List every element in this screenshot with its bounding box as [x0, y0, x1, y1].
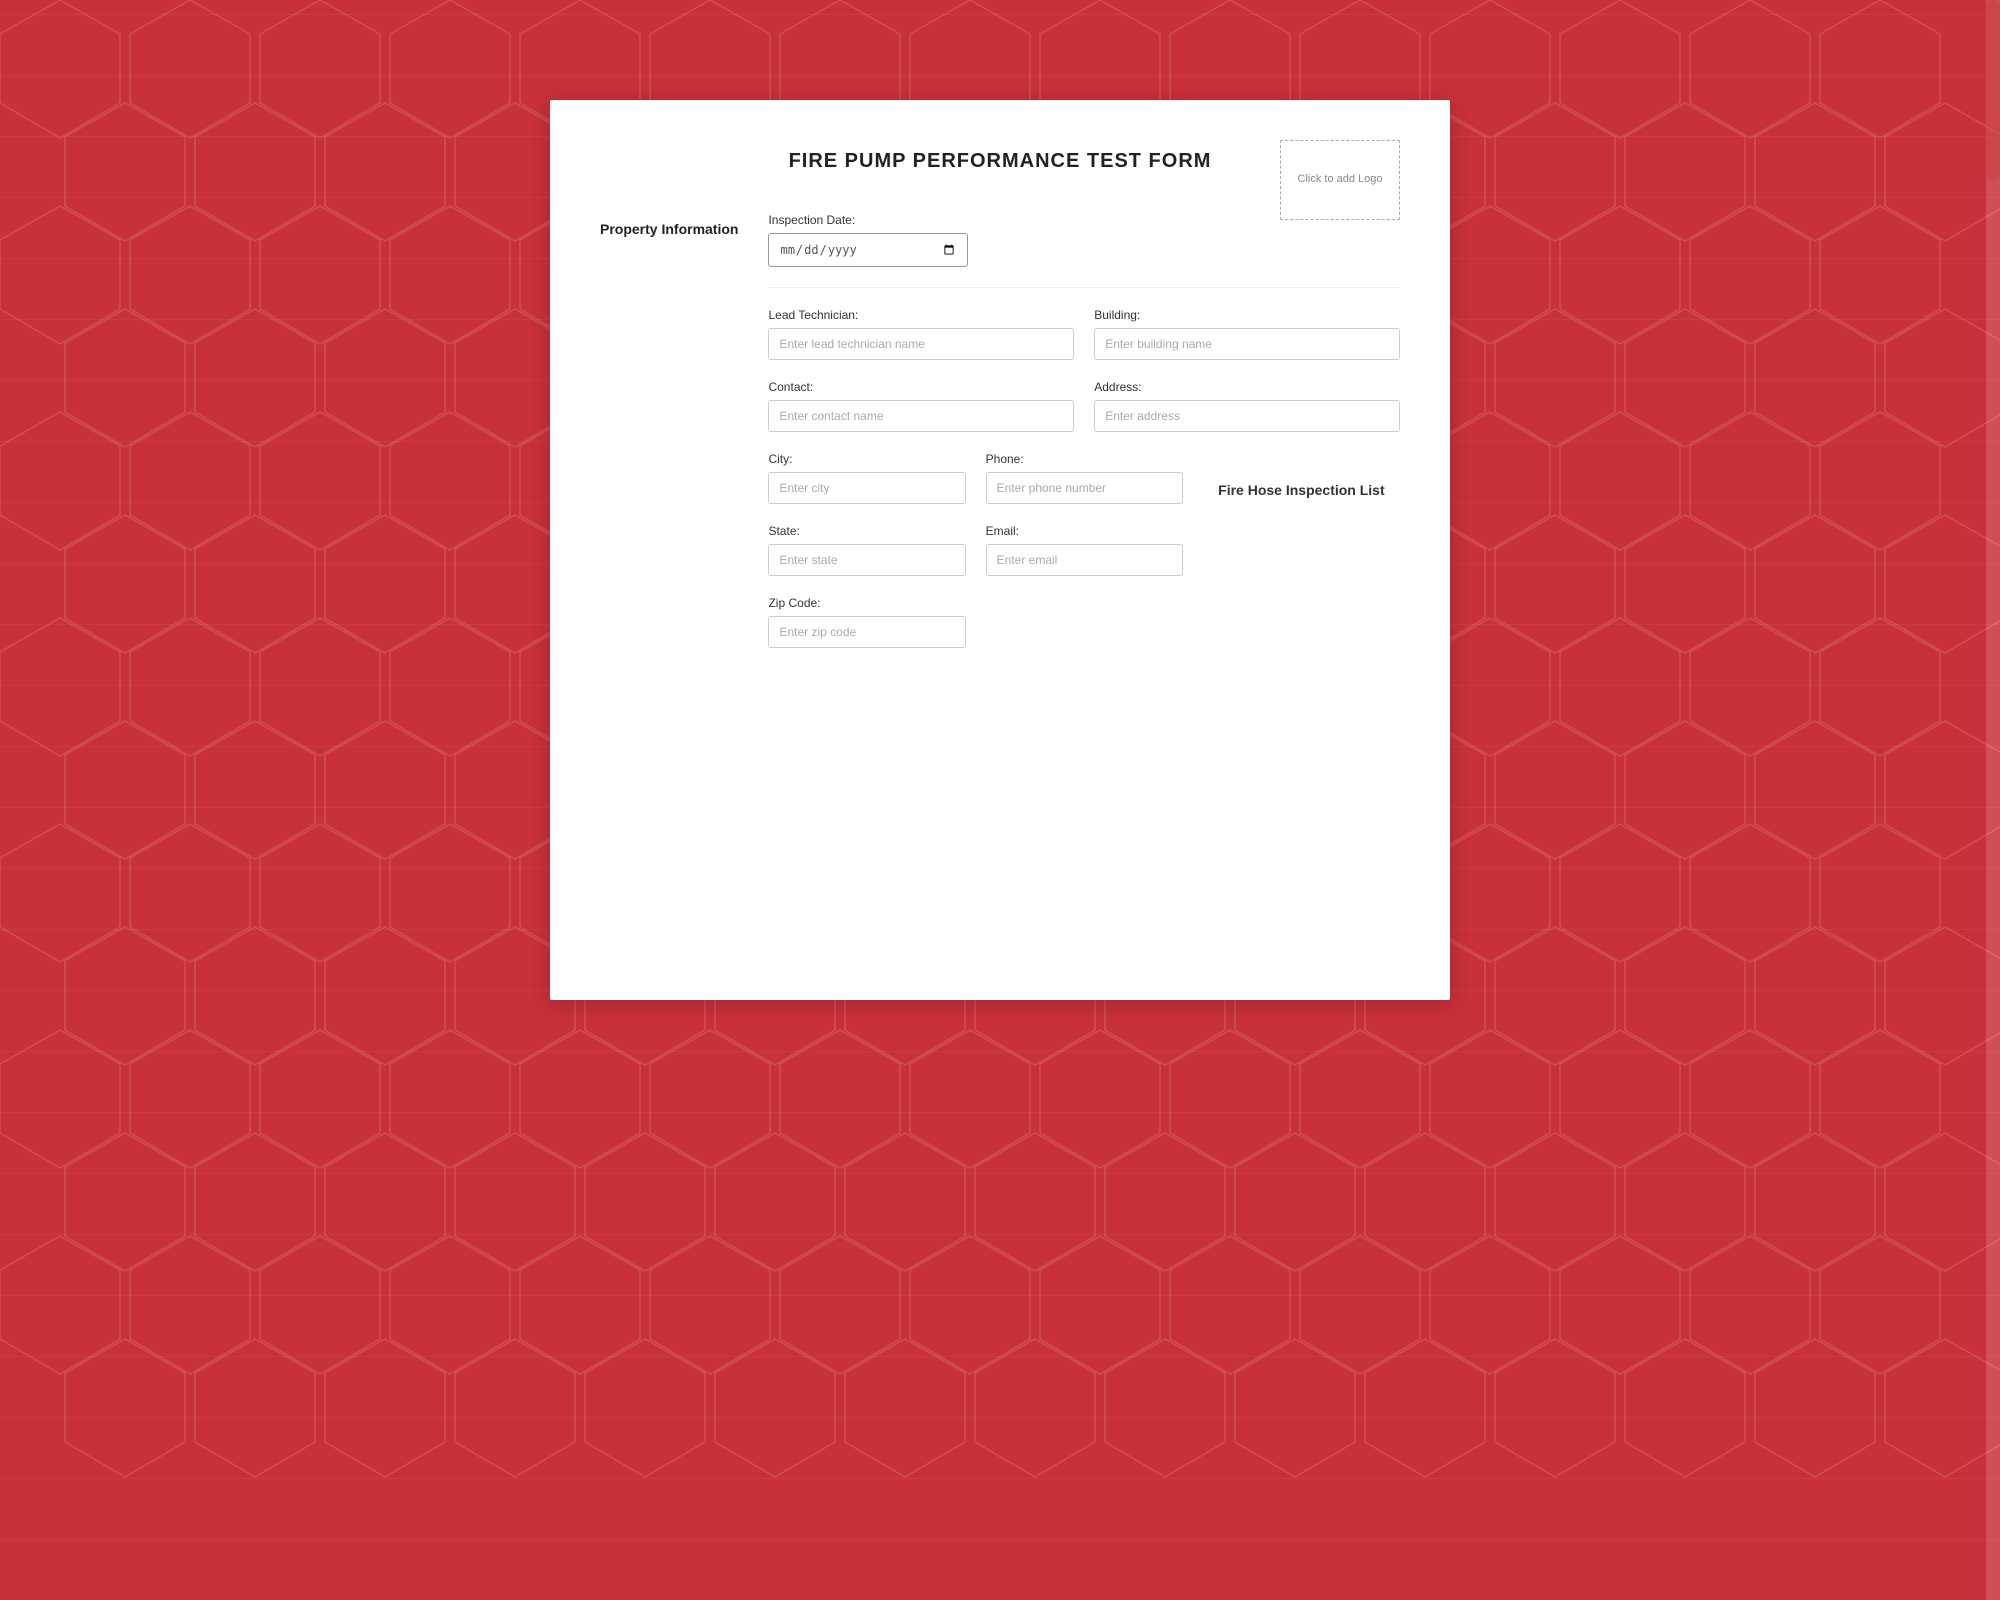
lead-technician-group: Lead Technician:	[768, 308, 1074, 360]
city-group: City:	[768, 452, 965, 504]
lead-technician-input[interactable]	[768, 328, 1074, 360]
scrollbar-track	[1986, 0, 2000, 1600]
phone-label: Phone:	[986, 452, 1183, 466]
zip-group: Zip Code:	[768, 596, 965, 648]
inspection-date-input[interactable]	[768, 233, 968, 267]
scrollbar-thumb[interactable]	[1986, 0, 2000, 180]
building-group: Building:	[1094, 308, 1400, 360]
property-section-label: Property Information	[600, 216, 738, 237]
state-label: State:	[768, 524, 965, 538]
form-header: FIRE PUMP PERFORMANCE TEST FORM Click to…	[600, 140, 1400, 173]
form-container: FIRE PUMP PERFORMANCE TEST FORM Click to…	[550, 100, 1450, 1000]
state-group: State:	[768, 524, 965, 576]
zip-label: Zip Code:	[768, 596, 965, 610]
building-input[interactable]	[1094, 328, 1400, 360]
empty-col	[1203, 524, 1400, 576]
phone-group: Phone:	[986, 452, 1183, 504]
contact-label: Contact:	[768, 380, 1074, 394]
fire-hose-title: Fire Hose Inspection List	[1218, 477, 1384, 498]
state-email-row: State: Email:	[768, 524, 1400, 576]
phone-input[interactable]	[986, 472, 1183, 504]
zip-row: Zip Code:	[768, 596, 1400, 648]
logo-placeholder[interactable]: Click to add Logo	[1280, 140, 1400, 220]
email-group: Email:	[986, 524, 1183, 576]
zip-input[interactable]	[768, 616, 965, 648]
city-phone-firehose-row: City: Phone: Fire Hose Inspection List	[768, 452, 1400, 504]
email-input[interactable]	[986, 544, 1183, 576]
address-label: Address:	[1094, 380, 1400, 394]
building-label: Building:	[1094, 308, 1400, 322]
city-label: City:	[768, 452, 965, 466]
contact-address-row: Contact: Address:	[768, 380, 1400, 432]
fire-hose-title-container: Fire Hose Inspection List	[1203, 452, 1400, 504]
contact-group: Contact:	[768, 380, 1074, 432]
address-input[interactable]	[1094, 400, 1400, 432]
lead-technician-label: Lead Technician:	[768, 308, 1074, 322]
city-input[interactable]	[768, 472, 965, 504]
address-group: Address:	[1094, 380, 1400, 432]
email-label: Email:	[986, 524, 1183, 538]
state-input[interactable]	[768, 544, 965, 576]
tech-building-row: Lead Technician: Building:	[768, 308, 1400, 360]
contact-input[interactable]	[768, 400, 1074, 432]
